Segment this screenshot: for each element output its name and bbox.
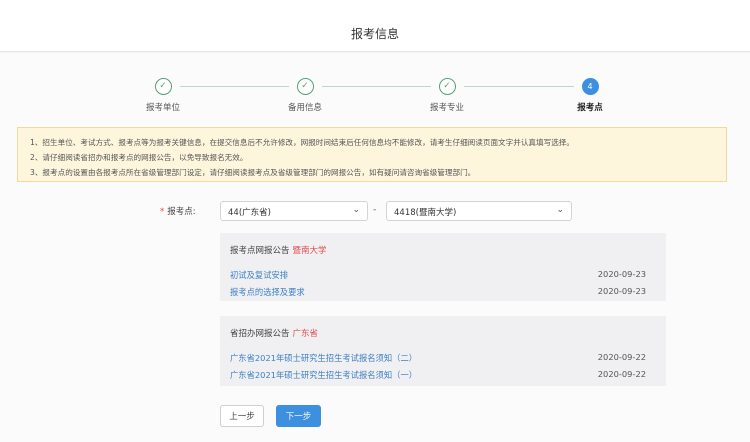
step-4: 4 报考点 xyxy=(545,78,635,113)
site-select-value: 4418(暨南大学) xyxy=(394,208,457,218)
step-label: 报考专业 xyxy=(429,103,464,113)
exam-site-row: * 报考点: 44(广东省) ⌄ - 4418(暨南大学) ⌄ xyxy=(0,201,750,221)
notice-date: 2020-09-23 xyxy=(597,269,646,279)
step-number: 4 xyxy=(581,78,599,95)
notice-date: 2020-09-22 xyxy=(597,352,646,362)
list-item[interactable]: 报考点的选择及要求 2020-09-23 xyxy=(230,286,656,301)
next-button[interactable]: 下一步 xyxy=(276,405,321,427)
site-select[interactable]: 4418(暨南大学) ⌄ xyxy=(386,201,572,221)
step-label: 报考点 xyxy=(577,103,603,113)
main-content: ✓ 报考单位 ✓ 备用信息 ✓ 报考专业 4 报考点 1、招生单位、考试方式、报… xyxy=(0,53,750,442)
check-icon: ✓ xyxy=(438,78,456,95)
panel-title-text: 省招办网报公告 xyxy=(230,329,290,339)
notice-box: 1、招生单位、考试方式、报考点等为报考关键信息，在提交信息后不允许修改，网报时间… xyxy=(17,127,727,182)
page-title: 报考信息 xyxy=(350,27,399,41)
panel-title-highlight: 暨南大学 xyxy=(292,246,327,256)
site-notice-panel: 报考点网报公告 暨南大学 初试及复试安排 2020-09-23 报考点的选择及要求… xyxy=(220,233,666,301)
notice-link[interactable]: 广东省2021年硕士研究生招生考试报名须知（一） xyxy=(230,370,417,380)
required-mark: * xyxy=(160,207,165,217)
step-label: 报考单位 xyxy=(145,103,180,113)
notice-line: 3、报考点的设置由各报考点所在省级管理部门设定，请仔细阅读报考点及省级管理部门的… xyxy=(30,168,476,177)
notice-date: 2020-09-23 xyxy=(597,286,646,296)
panel-title-highlight: 广东省 xyxy=(292,329,319,339)
check-icon: ✓ xyxy=(154,78,172,95)
notice-date: 2020-09-22 xyxy=(597,369,646,379)
panel-title-text: 报考点网报公告 xyxy=(230,246,290,256)
step-3: ✓ 报考专业 xyxy=(402,78,492,113)
list-item[interactable]: 广东省2021年硕士研究生招生考试报名须知（一） 2020-09-22 xyxy=(230,369,656,384)
exam-site-label-text: 报考点: xyxy=(167,207,196,217)
step-2: ✓ 备用信息 xyxy=(260,78,350,113)
notice-link[interactable]: 广东省2021年硕士研究生招生考试报名须知（二） xyxy=(230,353,417,363)
chevron-down-icon: ⌄ xyxy=(352,205,360,215)
province-panel-title: 省招办网报公告 广东省 xyxy=(230,327,656,339)
notice-line: 2、请仔细阅读省招办和报考点的网报公告，以免导致报名无效。 xyxy=(30,153,248,162)
site-panel-title: 报考点网报公告 暨南大学 xyxy=(230,244,656,256)
province-notice-panel: 省招办网报公告 广东省 广东省2021年硕士研究生招生考试报名须知（二） 2020… xyxy=(220,316,666,386)
step-label: 备用信息 xyxy=(287,103,322,113)
notice-line: 1、招生单位、考试方式、报考点等为报考关键信息，在提交信息后不允许修改，网报时间… xyxy=(30,138,574,147)
step-1: ✓ 报考单位 xyxy=(118,78,208,113)
check-icon: ✓ xyxy=(296,78,314,95)
list-item[interactable]: 广东省2021年硕士研究生招生考试报名须知（二） 2020-09-22 xyxy=(230,352,656,367)
province-select[interactable]: 44(广东省) ⌄ xyxy=(220,201,368,221)
prev-button[interactable]: 上一步 xyxy=(220,405,264,427)
notice-link[interactable]: 报考点的选择及要求 xyxy=(230,287,305,297)
notice-link[interactable]: 初试及复试安排 xyxy=(230,270,288,280)
province-select-value: 44(广东省) xyxy=(228,208,271,218)
chevron-down-icon: ⌄ xyxy=(556,205,564,215)
list-item[interactable]: 初试及复试安排 2020-09-23 xyxy=(230,269,656,284)
exam-site-label: * 报考点: xyxy=(160,205,196,217)
separator: - xyxy=(373,205,377,215)
page-header: 报考信息 xyxy=(0,0,750,52)
